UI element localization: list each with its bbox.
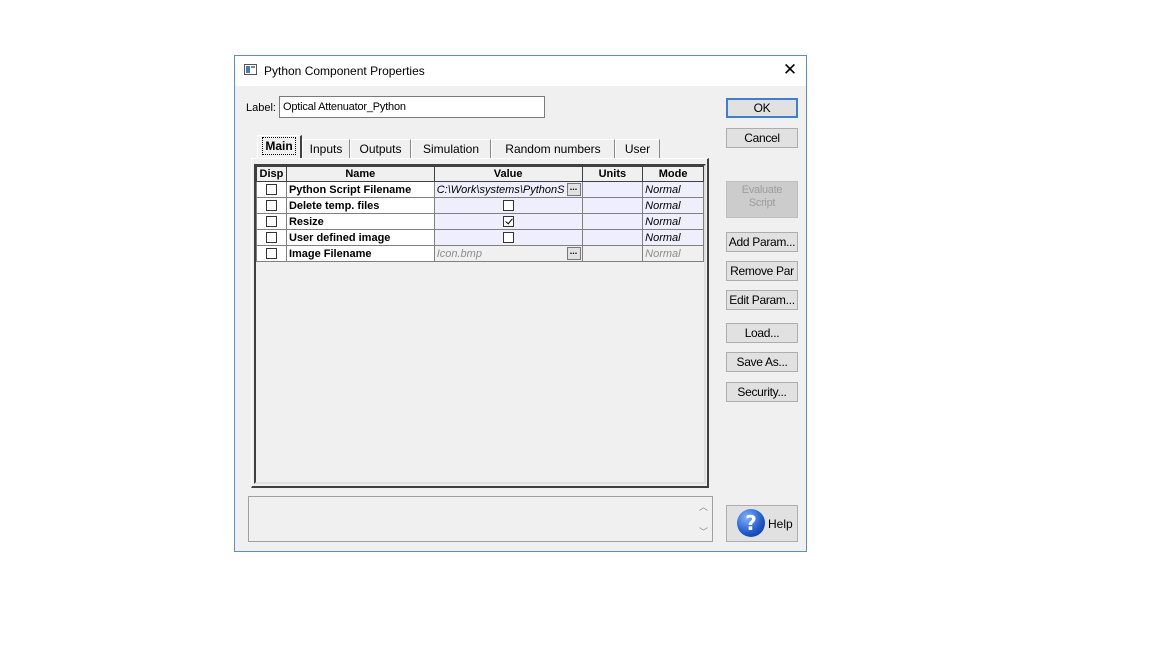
table-row: Delete temp. files Normal bbox=[256, 197, 704, 214]
disp-cell[interactable] bbox=[256, 213, 287, 230]
security-button[interactable]: Security... bbox=[726, 382, 798, 402]
value-cell[interactable] bbox=[433, 197, 583, 214]
col-header-units[interactable]: Units bbox=[581, 166, 644, 182]
question-mark-icon: ? bbox=[737, 509, 765, 537]
table-row: User defined image Normal bbox=[256, 229, 704, 246]
browse-button[interactable]: ... bbox=[566, 247, 581, 260]
tab-simulation[interactable]: Simulation bbox=[411, 139, 491, 159]
browse-button[interactable]: ... bbox=[566, 183, 581, 196]
value-checkbox[interactable] bbox=[502, 200, 514, 212]
disp-checkbox[interactable] bbox=[265, 216, 277, 228]
name-cell[interactable]: Delete temp. files bbox=[285, 197, 435, 214]
title-bar: Python Component Properties ✕ bbox=[235, 56, 806, 86]
cancel-button[interactable]: Cancel bbox=[726, 128, 798, 148]
mode-cell[interactable]: Normal bbox=[642, 181, 704, 198]
scroll-down-icon[interactable]: ﹀ bbox=[699, 525, 708, 538]
window-title: Python Component Properties bbox=[264, 64, 425, 78]
col-header-mode[interactable]: Mode bbox=[642, 166, 704, 182]
description-box[interactable]: ︿ ﹀ bbox=[248, 496, 713, 542]
value-cell[interactable] bbox=[433, 229, 583, 246]
name-cell[interactable]: User defined image bbox=[285, 229, 435, 246]
evaluate-script-line2: Script bbox=[748, 197, 776, 209]
units-cell[interactable] bbox=[581, 213, 644, 230]
name-cell[interactable]: Image Filename bbox=[285, 245, 435, 262]
disp-checkbox[interactable] bbox=[265, 248, 277, 260]
table-row: Resize Normal bbox=[256, 213, 704, 230]
tab-main[interactable]: Main bbox=[257, 135, 302, 159]
table-header-row: Disp Name Value Units Mode bbox=[256, 166, 704, 182]
value-cell[interactable]: C:\Work\systems\PythonS... bbox=[433, 181, 583, 198]
tab-random-numbers[interactable]: Random numbers bbox=[491, 139, 615, 159]
units-cell[interactable] bbox=[581, 245, 644, 262]
python-component-properties-dialog: Python Component Properties ✕ Label: OK … bbox=[234, 55, 807, 552]
tab-outputs[interactable]: Outputs bbox=[350, 139, 411, 159]
mode-cell[interactable]: Normal bbox=[642, 245, 704, 262]
col-header-name[interactable]: Name bbox=[285, 166, 435, 182]
app-window-icon bbox=[244, 64, 257, 75]
units-cell[interactable] bbox=[581, 197, 644, 214]
label-input[interactable] bbox=[279, 96, 545, 118]
evaluate-script-line1: Evaluate bbox=[741, 184, 783, 196]
mode-cell[interactable]: Normal bbox=[642, 213, 704, 230]
table-row: Python Script Filename C:\Work\systems\P… bbox=[256, 181, 704, 198]
name-cell[interactable]: Python Script Filename bbox=[285, 181, 435, 198]
value-cell[interactable]: Icon.bmp... bbox=[433, 245, 583, 262]
name-cell[interactable]: Resize bbox=[285, 213, 435, 230]
disp-cell[interactable] bbox=[256, 245, 287, 262]
value-text: C:\Work\systems\PythonS bbox=[436, 183, 565, 196]
mode-cell[interactable]: Normal bbox=[642, 229, 704, 246]
parameter-table: Disp Name Value Units Mode Python Script… bbox=[256, 166, 704, 262]
main-tab-panel: Disp Name Value Units Mode Python Script… bbox=[251, 158, 709, 488]
value-checkbox-checked[interactable] bbox=[502, 216, 514, 228]
tab-main-label: Main bbox=[262, 137, 296, 155]
edit-param-button[interactable]: Edit Param... bbox=[726, 290, 798, 310]
units-cell[interactable] bbox=[581, 229, 644, 246]
disp-cell[interactable] bbox=[256, 229, 287, 246]
help-label: Help bbox=[768, 517, 793, 531]
tab-inputs[interactable]: Inputs bbox=[302, 139, 350, 159]
disp-cell[interactable] bbox=[256, 181, 287, 198]
disp-checkbox[interactable] bbox=[265, 184, 277, 196]
table-row: Image Filename Icon.bmp... Normal bbox=[256, 245, 704, 262]
load-button[interactable]: Load... bbox=[726, 323, 798, 343]
col-header-value[interactable]: Value bbox=[433, 166, 583, 182]
label-caption-text: Label: bbox=[246, 102, 276, 114]
close-icon[interactable]: ✕ bbox=[780, 60, 800, 80]
save-as-button[interactable]: Save As... bbox=[726, 352, 798, 372]
value-text: Icon.bmp bbox=[436, 247, 482, 260]
units-cell[interactable] bbox=[581, 181, 644, 198]
evaluate-script-button[interactable]: Evaluate Script bbox=[726, 181, 798, 218]
label-caption: Label: bbox=[246, 102, 276, 114]
col-header-disp[interactable]: Disp bbox=[256, 166, 287, 182]
help-button[interactable]: ? Help bbox=[726, 505, 798, 542]
remove-par-button[interactable]: Remove Par bbox=[726, 261, 798, 281]
mode-cell[interactable]: Normal bbox=[642, 197, 704, 214]
value-checkbox[interactable] bbox=[502, 232, 514, 244]
scroll-up-icon[interactable]: ︿ bbox=[699, 500, 708, 513]
add-param-button[interactable]: Add Param... bbox=[726, 232, 798, 252]
disp-checkbox[interactable] bbox=[265, 200, 277, 212]
value-cell[interactable] bbox=[433, 213, 583, 230]
disp-checkbox[interactable] bbox=[265, 232, 277, 244]
parameter-grid: Disp Name Value Units Mode Python Script… bbox=[254, 164, 706, 484]
ok-button[interactable]: OK bbox=[726, 98, 798, 118]
tab-user[interactable]: User bbox=[615, 139, 660, 159]
disp-cell[interactable] bbox=[256, 197, 287, 214]
